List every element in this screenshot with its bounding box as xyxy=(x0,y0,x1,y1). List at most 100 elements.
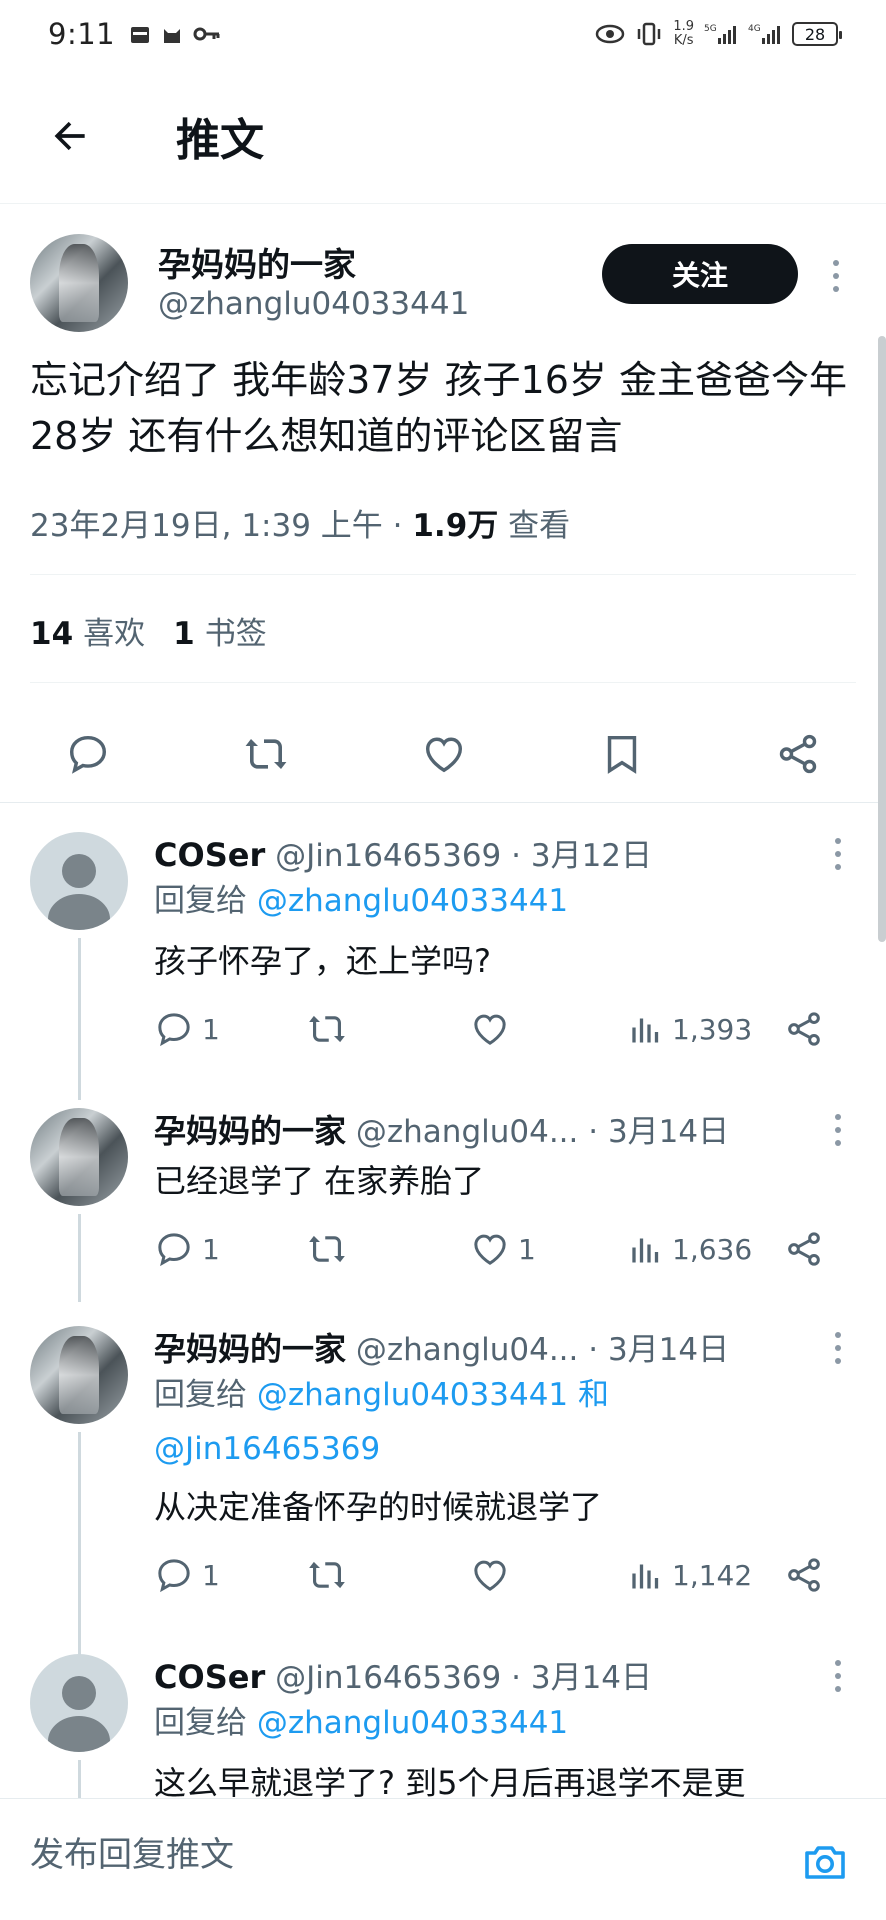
comment-bubble-icon xyxy=(158,1233,190,1267)
like-button[interactable] xyxy=(470,1004,518,1054)
arrow-left-icon xyxy=(54,121,85,150)
reply-handle[interactable]: @Jin16465369 xyxy=(275,838,501,874)
battery-indicator: 28 xyxy=(792,22,842,46)
like-button[interactable]: 1 xyxy=(470,1224,536,1274)
reply-text: 从决定准备怀孕的时候就退学了 xyxy=(154,1488,603,1526)
reply-header: COSer @Jin16465369 · 3月14日 xyxy=(154,1652,652,1697)
reply-author-name[interactable]: COSer xyxy=(154,1658,265,1696)
reply-header: COSer @Jin16465369 · 3月12日 xyxy=(154,830,652,875)
share-button[interactable] xyxy=(784,1550,824,1600)
tweet-meta: 23年2月19日, 1:39 上午 · 1.9万 查看 xyxy=(30,500,570,545)
like-button[interactable] xyxy=(416,726,472,782)
mention-link[interactable]: @zhanglu04033441 xyxy=(257,883,568,919)
divider xyxy=(30,574,856,575)
mention-link[interactable]: @zhanglu04033441 xyxy=(257,1705,568,1741)
more-vertical-icon[interactable] xyxy=(826,834,850,874)
reply-to-line: 回复给 @zhanglu04033441 和 @Jin16465369 xyxy=(154,1377,609,1467)
reply-button[interactable]: 1 xyxy=(154,1550,220,1600)
comment-bubble-icon xyxy=(69,735,107,774)
camera-button[interactable] xyxy=(800,1837,850,1887)
share-button[interactable] xyxy=(784,1004,824,1054)
reply-author-name[interactable]: 孕妈妈的一家 xyxy=(154,1112,346,1150)
share-button[interactable] xyxy=(784,1224,824,1274)
thread-line xyxy=(78,1214,81,1302)
reply-count: 1 xyxy=(202,1232,220,1266)
views-button[interactable]: 1,393 xyxy=(628,1004,752,1054)
reply-handle[interactable]: @Jin16465369 xyxy=(275,1660,501,1696)
more-vertical-icon[interactable] xyxy=(824,256,848,296)
reply-author-name[interactable]: COSer xyxy=(154,836,265,874)
svg-text:5G: 5G xyxy=(704,24,717,34)
views-button[interactable]: 1,636 xyxy=(628,1224,752,1274)
eye-icon xyxy=(596,24,625,44)
reply-button[interactable] xyxy=(60,726,116,782)
author-avatar[interactable] xyxy=(30,234,128,332)
avatar[interactable] xyxy=(30,1326,128,1424)
bookmark-button[interactable] xyxy=(594,726,650,782)
views-button[interactable]: 1,142 xyxy=(628,1550,752,1600)
cat-icon xyxy=(164,29,181,43)
like-button[interactable] xyxy=(470,1550,518,1600)
status-right-icons: 1.9 K/s 5G 4G 28 xyxy=(595,19,842,48)
more-vertical-icon[interactable] xyxy=(826,1328,850,1368)
view-count: 1,393 xyxy=(672,1012,753,1046)
follow-button[interactable]: 关注 xyxy=(602,244,798,304)
more-vertical-icon[interactable] xyxy=(826,1110,850,1150)
key-icon xyxy=(193,27,220,41)
thread-line xyxy=(78,1432,81,1662)
retweet-button[interactable] xyxy=(238,726,294,782)
status-time: 9:11 xyxy=(48,17,116,51)
top-app-bar: 推文 xyxy=(0,68,886,204)
more-vertical-icon[interactable] xyxy=(826,1656,850,1696)
reply-header: 孕妈妈的一家 @zhanglu04... · 3月14日 xyxy=(154,1324,729,1370)
reply-action-bar: 1 1,142 xyxy=(154,1550,834,1600)
reply-count: 1 xyxy=(202,1012,220,1046)
signal-5g-icon: 5G xyxy=(704,24,736,44)
share-icon xyxy=(779,734,817,774)
reply-input[interactable]: 发布回复推文 xyxy=(30,1827,234,1876)
views-count: 1.9万 xyxy=(412,508,499,544)
share-button[interactable] xyxy=(770,726,826,782)
reply-header: 孕妈妈的一家 @zhanglu04... · 3月14日 xyxy=(154,1106,729,1152)
tweet-date: 23年2月19日, 1:39 上午 · xyxy=(30,508,413,544)
reply-button[interactable]: 1 xyxy=(154,1224,220,1274)
scrollbar[interactable] xyxy=(878,336,886,942)
share-icon xyxy=(788,1558,820,1592)
back-button[interactable] xyxy=(40,106,100,166)
retweet-icon xyxy=(309,1015,345,1043)
reply-text: 已经退学了 在家养胎了 xyxy=(154,1162,485,1200)
main-tweet: 孕妈妈的一家 @zhanglu04033441 关注 忘记介绍了 我年龄37岁 … xyxy=(0,204,886,803)
likes-stat[interactable]: 14 喜欢 xyxy=(30,608,145,653)
retweet-button[interactable] xyxy=(306,1004,348,1054)
reply-author-name[interactable]: 孕妈妈的一家 xyxy=(154,1330,346,1368)
bookmarks-stat[interactable]: 1 书签 xyxy=(173,608,267,653)
reply-date: · 3月14日 xyxy=(501,1660,653,1696)
author-name[interactable]: 孕妈妈的一家 xyxy=(158,238,356,286)
reply-compose-bar: 发布回复推文 xyxy=(0,1798,886,1920)
thread-line xyxy=(78,1760,81,1800)
comment-bubble-icon xyxy=(158,1559,190,1593)
vibrate-icon xyxy=(638,22,661,46)
author-handle[interactable]: @zhanglu04033441 xyxy=(158,286,469,322)
retweet-button[interactable] xyxy=(306,1550,348,1600)
reply-date: · 3月14日 xyxy=(578,1332,730,1368)
heart-icon xyxy=(474,1560,506,1591)
reply-handle[interactable]: @zhanglu04... xyxy=(356,1114,579,1150)
reply-button[interactable]: 1 xyxy=(154,1004,220,1054)
retweet-button[interactable] xyxy=(306,1224,348,1274)
heart-icon xyxy=(474,1014,506,1045)
reply-action-bar: 1 1 1,636 xyxy=(154,1224,834,1274)
reply-to-line: 回复给 @zhanglu04033441 xyxy=(154,1705,569,1741)
avatar[interactable] xyxy=(30,1654,128,1752)
network-speed: 1.9 K/s xyxy=(673,19,694,48)
views-label: 查看 xyxy=(498,508,571,544)
view-count: 1,142 xyxy=(672,1558,753,1592)
mention-link[interactable]: @zhanglu04033441 和 xyxy=(257,1377,609,1413)
heart-icon xyxy=(425,737,463,773)
share-icon xyxy=(788,1232,820,1266)
mention-link[interactable]: @Jin16465369 xyxy=(154,1431,380,1467)
avatar[interactable] xyxy=(30,1108,128,1206)
retweet-icon xyxy=(245,739,287,769)
reply-handle[interactable]: @zhanglu04... xyxy=(356,1332,579,1368)
avatar[interactable] xyxy=(30,832,128,930)
